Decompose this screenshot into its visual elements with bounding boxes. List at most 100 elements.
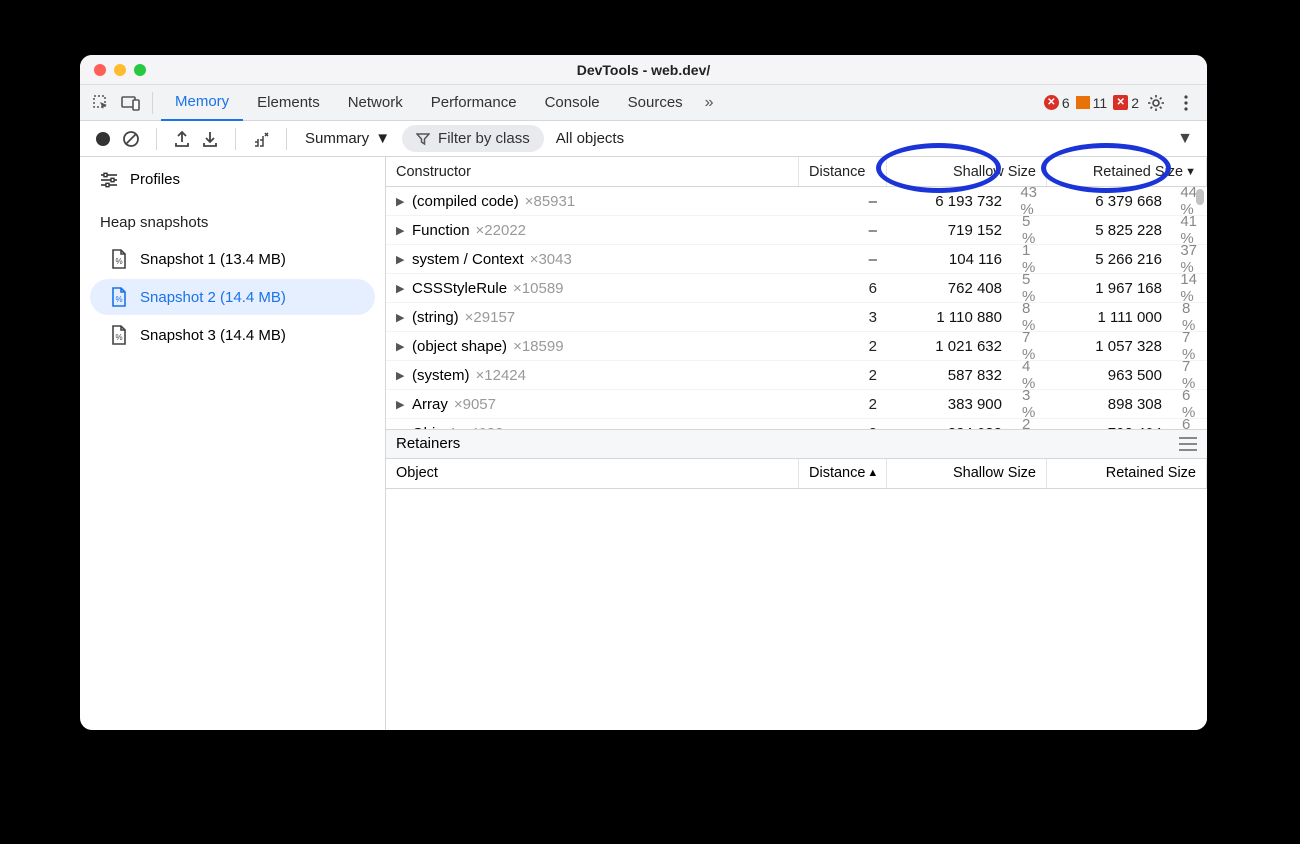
shallow-pct-cell: 5 %: [1012, 274, 1047, 302]
header-shallow-size[interactable]: Shallow Size: [887, 157, 1047, 186]
clear-button[interactable]: [118, 126, 144, 152]
constructor-name: system / Context: [412, 251, 524, 268]
distance-cell: 3: [799, 303, 887, 331]
chevron-down-icon[interactable]: ▼: [1177, 130, 1203, 148]
retainers-table-header: Object Distance ▲ Shallow Size Retained …: [386, 459, 1207, 489]
table-row[interactable]: ▶ (object shape) ×18599 2 1 021 632 7 % …: [386, 332, 1207, 361]
tab-performance[interactable]: Performance: [417, 85, 531, 121]
constructor-cell: ▶ (compiled code) ×85931: [386, 187, 799, 215]
more-tabs-icon[interactable]: »: [701, 94, 718, 112]
warning-icon: [1076, 96, 1090, 109]
retainers-header-retained[interactable]: Retained Size: [1047, 459, 1207, 488]
constructor-name: (compiled code): [412, 193, 519, 210]
header-retained-label: Retained Size: [1093, 164, 1183, 180]
table-row[interactable]: ▶ Function ×22022 – 719 152 5 % 5 825 22…: [386, 216, 1207, 245]
expand-icon[interactable]: ▶: [396, 282, 406, 295]
snapshot-label: Snapshot 3 (14.4 MB): [140, 327, 286, 344]
table-row[interactable]: ▶ CSSStyleRule ×10589 6 762 408 5 % 1 96…: [386, 274, 1207, 303]
snapshot-item[interactable]: % Snapshot 1 (13.4 MB): [90, 241, 375, 277]
instance-count: ×18599: [513, 338, 563, 355]
expand-icon[interactable]: ▶: [396, 369, 406, 382]
window-close-button[interactable]: [94, 64, 106, 76]
snapshot-file-icon: %: [110, 287, 128, 307]
constructor-name: Array: [412, 396, 448, 413]
collect-garbage-button[interactable]: [248, 126, 274, 152]
snapshot-item[interactable]: % Snapshot 2 (14.4 MB): [90, 279, 375, 315]
retainers-header-shallow[interactable]: Shallow Size: [887, 459, 1047, 488]
window-minimize-button[interactable]: [114, 64, 126, 76]
tab-elements[interactable]: Elements: [243, 85, 334, 121]
extensions-badge[interactable]: ✕ 2: [1113, 95, 1139, 111]
profiles-row[interactable]: Profiles: [80, 163, 385, 196]
tab-sources[interactable]: Sources: [614, 85, 697, 121]
scrollbar[interactable]: [1194, 187, 1206, 429]
snapshot-file-icon: %: [110, 325, 128, 345]
distance-cell: –: [799, 187, 887, 215]
expand-icon[interactable]: ▶: [396, 311, 406, 324]
svg-text:%: %: [115, 333, 122, 342]
tab-memory[interactable]: Memory: [161, 85, 243, 121]
retainers-menu-icon[interactable]: [1179, 437, 1197, 451]
inspect-icon[interactable]: [88, 90, 114, 116]
expand-icon[interactable]: ▶: [396, 427, 406, 429]
instance-count: ×29157: [465, 309, 515, 326]
table-row[interactable]: ▶ (system) ×12424 2 587 832 4 % 963 500 …: [386, 361, 1207, 390]
snapshot-label: Snapshot 1 (13.4 MB): [140, 251, 286, 268]
expand-icon[interactable]: ▶: [396, 253, 406, 266]
distance-cell: 2: [799, 332, 887, 360]
settings-icon[interactable]: [1143, 90, 1169, 116]
shallow-size-cell: 104 116: [887, 245, 1012, 273]
shallow-size-cell: 719 152: [887, 216, 1012, 244]
separator: [152, 92, 153, 114]
traffic-lights: [94, 64, 146, 76]
filter-by-class[interactable]: Filter by class: [402, 125, 544, 152]
extension-count: 2: [1131, 95, 1139, 111]
retainers-header-distance[interactable]: Distance ▲: [799, 459, 887, 488]
snapshot-label: Snapshot 2 (14.4 MB): [140, 289, 286, 306]
shallow-pct-cell: 1 %: [1012, 245, 1047, 273]
table-row[interactable]: ▶ Array ×9057 2 383 900 3 % 898 308 6 %: [386, 390, 1207, 419]
kebab-menu-icon[interactable]: [1173, 90, 1199, 116]
constructor-table-header: Constructor Distance Shallow Size Retain…: [386, 157, 1207, 187]
export-button[interactable]: [169, 126, 195, 152]
retainers-table-body: [386, 489, 1207, 731]
constructor-name: Object: [412, 425, 455, 429]
constructor-name: (string): [412, 309, 459, 326]
warnings-badge[interactable]: 11: [1076, 95, 1108, 111]
chevron-down-icon: ▼: [375, 130, 390, 147]
table-row[interactable]: ▶ (compiled code) ×85931 – 6 193 732 43 …: [386, 187, 1207, 216]
object-filter-dropdown[interactable]: All objects: [546, 126, 634, 151]
shallow-pct-cell: 4 %: [1012, 361, 1047, 389]
snapshot-file-icon: %: [110, 249, 128, 269]
header-constructor[interactable]: Constructor: [386, 157, 799, 186]
expand-icon[interactable]: ▶: [396, 224, 406, 237]
device-toggle-icon[interactable]: [118, 90, 144, 116]
tab-console[interactable]: Console: [531, 85, 614, 121]
distance-cell: 2: [799, 419, 887, 429]
instance-count: ×85931: [525, 193, 575, 210]
expand-icon[interactable]: ▶: [396, 398, 406, 411]
tab-network[interactable]: Network: [334, 85, 417, 121]
expand-icon[interactable]: ▶: [396, 340, 406, 353]
retainers-header-object[interactable]: Object: [386, 459, 799, 488]
table-row[interactable]: ▶ (string) ×29157 3 1 110 880 8 % 1 111 …: [386, 303, 1207, 332]
snapshot-item[interactable]: % Snapshot 3 (14.4 MB): [90, 317, 375, 353]
sort-asc-icon: ▲: [867, 467, 878, 479]
table-row[interactable]: ▶ Object ×4032 2 224 032 2 % 792 404 6 %: [386, 419, 1207, 429]
record-button[interactable]: [90, 126, 116, 152]
errors-badge[interactable]: ✕ 6: [1044, 95, 1070, 111]
constructor-cell: ▶ (system) ×12424: [386, 361, 799, 389]
import-button[interactable]: [197, 126, 223, 152]
constructor-table-body[interactable]: ▶ (compiled code) ×85931 – 6 193 732 43 …: [386, 187, 1207, 429]
header-distance[interactable]: Distance: [799, 157, 887, 186]
table-row[interactable]: ▶ system / Context ×3043 – 104 116 1 % 5…: [386, 245, 1207, 274]
distance-cell: –: [799, 245, 887, 273]
shallow-size-cell: 224 032: [887, 419, 1012, 429]
distance-cell: 6: [799, 274, 887, 302]
view-mode-dropdown[interactable]: Summary ▼: [295, 126, 400, 151]
window-zoom-button[interactable]: [134, 64, 146, 76]
svg-text:%: %: [115, 295, 122, 304]
expand-icon[interactable]: ▶: [396, 195, 406, 208]
header-retained-size[interactable]: Retained Size ▼: [1047, 157, 1207, 186]
distance-cell: 2: [799, 361, 887, 389]
